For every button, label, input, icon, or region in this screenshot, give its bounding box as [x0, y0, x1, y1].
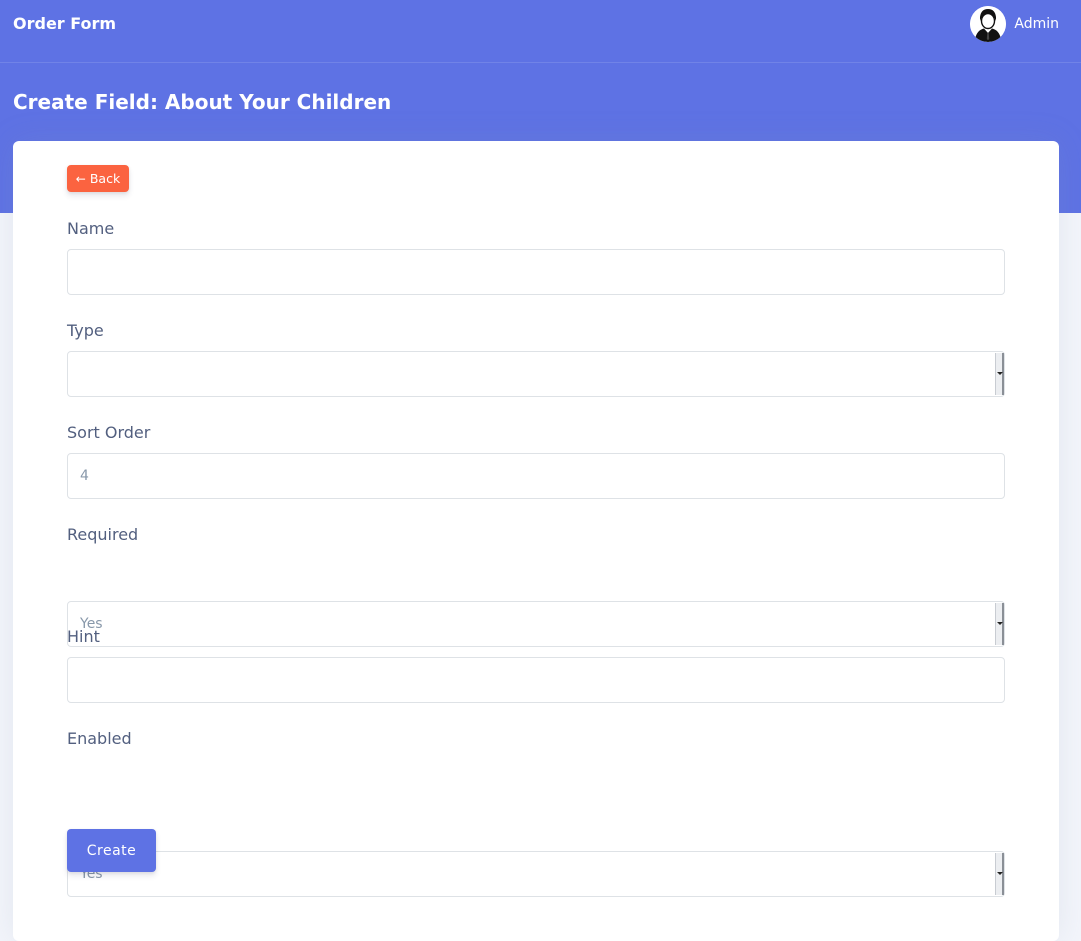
- hint-input[interactable]: [67, 657, 1005, 703]
- chevron-down-icon: [995, 353, 1004, 395]
- arrow-left-icon: ←: [75, 171, 86, 186]
- required-select[interactable]: Yes: [67, 601, 1005, 647]
- sort-order-input[interactable]: [67, 453, 1005, 499]
- chevron-down-icon: [995, 853, 1004, 895]
- back-button-label: Back: [89, 171, 121, 186]
- chevron-down-icon: [995, 603, 1004, 645]
- top-navbar: Order Form Admin: [0, 0, 1081, 63]
- name-label: Name: [67, 219, 115, 238]
- form-card: ← Back Name Type Sort Order Required Yes…: [13, 141, 1059, 941]
- create-button[interactable]: Create: [67, 829, 156, 872]
- type-label: Type: [67, 321, 104, 340]
- user-name: Admin: [1014, 16, 1059, 32]
- user-avatar-icon: [970, 6, 1007, 42]
- enabled-select[interactable]: Yes: [67, 851, 1005, 897]
- app-title[interactable]: Order Form: [13, 14, 116, 33]
- back-button[interactable]: ← Back: [67, 165, 129, 192]
- required-label: Required: [67, 525, 139, 544]
- user-menu[interactable]: Admin: [970, 5, 1059, 43]
- type-select[interactable]: [67, 351, 1005, 397]
- sort-order-label: Sort Order: [67, 423, 151, 442]
- page-title: Create Field: About Your Children: [13, 90, 392, 114]
- name-input[interactable]: [67, 249, 1005, 295]
- hint-label: Hint: [67, 627, 100, 646]
- enabled-label: Enabled: [67, 729, 132, 748]
